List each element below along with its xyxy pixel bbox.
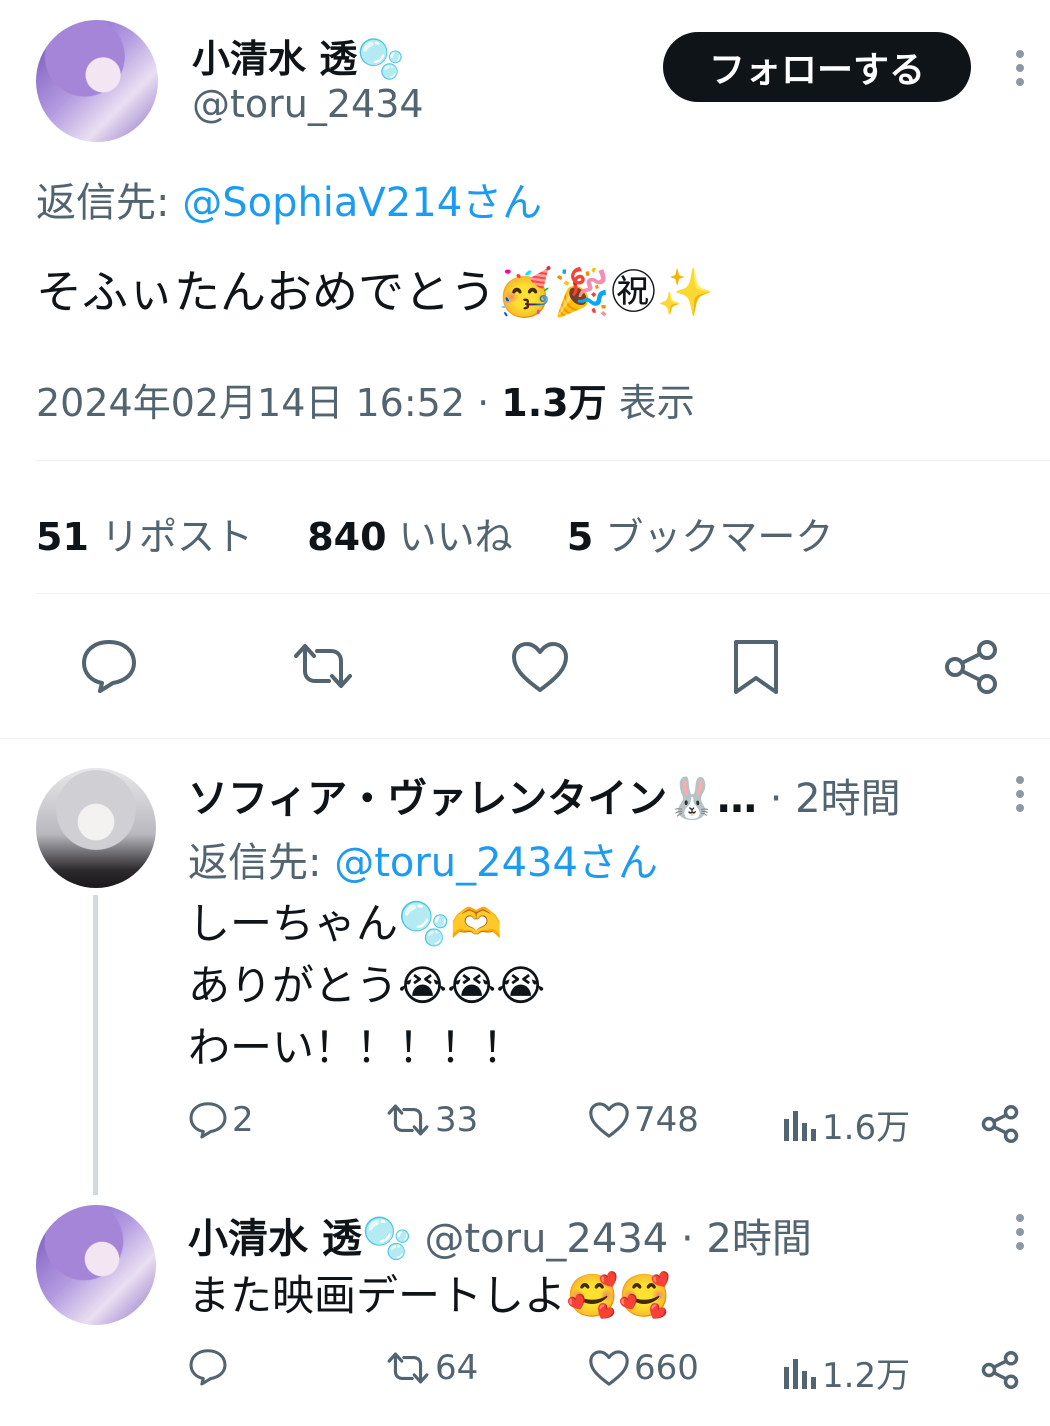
reply-to-line: 返信先: @SophiaV214さん (36, 180, 543, 226)
like-count[interactable]: 748 (588, 1100, 699, 1140)
divider (36, 593, 1050, 594)
divider (36, 460, 1050, 461)
views-label: 表示 (618, 381, 695, 425)
bubbles-emoji: 🫧 (357, 37, 405, 81)
bubbles-emoji: 🫧 (361, 1216, 412, 1262)
repost-icon (387, 1104, 429, 1136)
engagement-stats: 51 リポスト 840 いいね 5 ブックマーク (36, 506, 833, 561)
repost-icon (387, 1352, 429, 1384)
share-icon[interactable] (942, 638, 1000, 696)
reply-icon (189, 1349, 227, 1386)
repost-count[interactable]: 33 (385, 1100, 478, 1140)
section-divider (0, 738, 1050, 739)
reply-to-user-link[interactable]: @toru_2434さん (334, 840, 658, 886)
view-count[interactable]: 1.2万 (782, 1348, 910, 1397)
reply-avatar[interactable] (36, 1205, 156, 1325)
tweet-meta: 2024年02月14日 16:52 · 1.3万 表示 (36, 381, 695, 425)
more-options-icon[interactable] (1015, 50, 1025, 92)
author-name[interactable]: 小清水 透🫧 (192, 28, 405, 83)
more-options-icon[interactable] (1015, 1214, 1025, 1256)
thread-line (93, 895, 98, 1195)
author-handle[interactable]: @toru_2434 (192, 82, 424, 126)
reply-text: しーちゃん🫧🫶 ありがとう😭😭😭 わーい！！！！！ (188, 899, 546, 1072)
more-options-icon[interactable] (1015, 776, 1025, 818)
likes-stat[interactable]: 840 いいね (307, 515, 512, 559)
repost-icon[interactable] (290, 640, 356, 692)
views-count: 1.3万 (501, 381, 607, 425)
reply-time[interactable]: · 2時間 (770, 776, 901, 822)
view-count[interactable]: 1.6万 (782, 1100, 910, 1149)
author-avatar[interactable] (36, 20, 158, 142)
reply-header: ソフィア・ヴァレンタイン🐰… · 2時間 (188, 766, 901, 824)
repost-count[interactable]: 64 (385, 1348, 478, 1388)
reply-icon (189, 1102, 227, 1139)
reply-icon[interactable] (80, 638, 138, 694)
share-icon[interactable] (980, 1104, 1020, 1144)
analytics-icon (784, 1110, 816, 1141)
heart-icon (589, 1350, 629, 1386)
reply-to-user-link[interactable]: @SophiaV214さん (182, 180, 542, 226)
reply-author-name[interactable]: ソフィア・ヴァレンタイン🐰… (188, 776, 757, 822)
heart-icon (589, 1102, 629, 1138)
reply-time[interactable]: · 2時間 (681, 1216, 812, 1262)
follow-button[interactable]: フォローする (663, 32, 971, 102)
reply-to-line: 返信先: @toru_2434さん (188, 840, 658, 886)
reply-text: また映画デートしよ🥰🥰 (188, 1271, 671, 1320)
reply-count[interactable] (188, 1348, 232, 1386)
tweet-text: そふぃたんおめでとう🥳🎉㊗✨ (36, 265, 714, 319)
tweet-datetime[interactable]: 2024年02月14日 16:52 (36, 381, 465, 425)
reposts-stat[interactable]: 51 リポスト (36, 515, 253, 559)
analytics-icon (784, 1358, 816, 1389)
reply-header: 小清水 透🫧 @toru_2434 · 2時間 (188, 1206, 812, 1264)
like-count[interactable]: 660 (588, 1348, 699, 1388)
bookmark-icon[interactable] (732, 638, 780, 696)
reply-avatar[interactable] (36, 768, 156, 888)
reply-handle[interactable]: @toru_2434 (424, 1216, 668, 1262)
share-icon[interactable] (980, 1350, 1020, 1390)
like-icon[interactable] (510, 640, 570, 694)
tweet-emojis: 🥳🎉㊗✨ (496, 265, 714, 319)
reply-count[interactable]: 2 (188, 1100, 254, 1140)
reply-author-name[interactable]: 小清水 透🫧 (188, 1216, 412, 1262)
bookmarks-stat[interactable]: 5 ブックマーク (567, 515, 834, 559)
